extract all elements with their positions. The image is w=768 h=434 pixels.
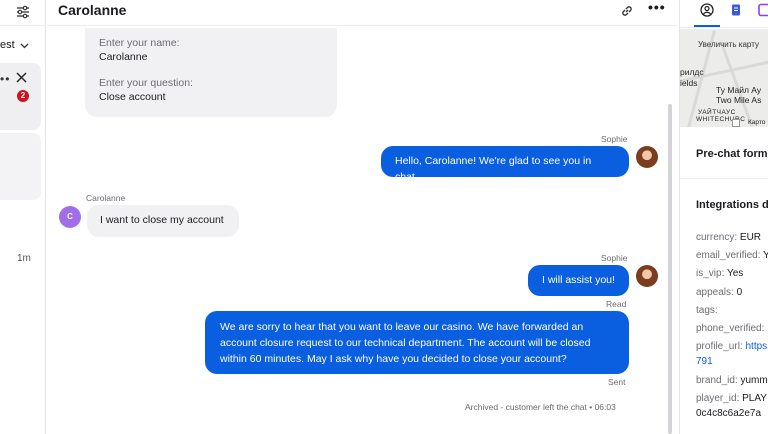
chat-panel: Carolanne ••• Enter your name: Carolanne… xyxy=(47,0,678,434)
archived-notice: Archived - customer left the chat • 06:0… xyxy=(465,402,616,412)
map-control[interactable] xyxy=(732,119,740,127)
map-label: Two Mile As xyxy=(716,95,762,105)
field-currency: currency: EUR xyxy=(696,232,762,243)
map-label: УАЙТЧАУС xyxy=(698,109,736,116)
scrollbar[interactable] xyxy=(668,104,672,434)
filter-icon[interactable] xyxy=(16,5,30,19)
field-profile-url[interactable]: profile_url: https xyxy=(696,341,767,352)
location-map[interactable]: Увеличить карту рилдс ields Ту Майл Ау T… xyxy=(680,29,768,127)
message-status: Read xyxy=(606,299,627,309)
message-text: I will assist you! xyxy=(542,274,615,286)
unread-badge: 2 xyxy=(17,90,29,102)
map-label: рилдс xyxy=(680,67,704,77)
message-status: Sent xyxy=(608,377,626,387)
enlarge-map-link[interactable]: Увеличить карту xyxy=(698,40,759,49)
prechat-section-title: Pre-chat form xyxy=(696,148,768,160)
chat-list-item[interactable] xyxy=(0,133,41,200)
sort-dropdown[interactable]: est xyxy=(0,38,46,54)
sort-label: est xyxy=(0,39,15,51)
chat-time: 1m xyxy=(17,253,31,264)
map-label: ields xyxy=(680,78,698,88)
message-text: I want to close my account xyxy=(100,214,224,226)
chat-list-panel: est •• 2 1m xyxy=(0,0,46,434)
avatar: C xyxy=(59,206,81,228)
chat-app: est •• 2 1m Carolanne ••• Enter your nam… xyxy=(0,0,768,434)
field-appeals: appeals: 0 xyxy=(696,287,743,298)
agent-message-bubble: I will assist you! xyxy=(528,265,629,296)
prechat-answer: Close account xyxy=(99,91,166,103)
details-tabs xyxy=(680,0,768,28)
active-tab-indicator xyxy=(694,25,720,27)
message-sender: Sophie xyxy=(601,134,628,144)
map-label: Ту Майл Ау xyxy=(716,85,762,95)
chat-list-topbar xyxy=(0,0,45,26)
prechat-question-label: Enter your name: xyxy=(99,37,180,49)
avatar xyxy=(636,265,658,287)
user-profile-icon[interactable] xyxy=(700,3,714,17)
field-is-vip: is_vip: Yes xyxy=(696,268,744,279)
integrations-section-title: Integrations d xyxy=(696,199,768,211)
message-sender: Sophie xyxy=(601,253,628,263)
message-sender: Carolanne xyxy=(86,193,126,203)
message-text-line: within 60 minutes. May I ask why have yo… xyxy=(220,353,567,365)
integration-icon[interactable] xyxy=(758,3,768,17)
message-text: Hello, Carolanne! We're glad to see you … xyxy=(395,155,592,183)
prechat-form-card: Enter your name: Carolanne Enter your qu… xyxy=(85,28,337,117)
message-text-line: account closure request to our technical… xyxy=(220,337,591,349)
link-icon[interactable] xyxy=(620,4,634,18)
chat-title: Carolanne xyxy=(58,2,127,18)
field-player-id-cont: 0c4c8c6a2e7a xyxy=(696,408,762,419)
chat-list-item-active[interactable]: •• 2 xyxy=(0,63,41,130)
prechat-answer: Carolanne xyxy=(99,51,148,63)
more-icon[interactable]: ••• xyxy=(648,0,665,17)
field-tags: tags: xyxy=(696,305,718,316)
field-brand-id: brand_id: yumm xyxy=(696,375,768,386)
chevron-down-icon xyxy=(20,43,29,49)
field-player-id: player_id: PLAY xyxy=(696,393,767,404)
customer-message-bubble: I want to close my account xyxy=(87,205,239,237)
field-profile-url-cont[interactable]: 791 xyxy=(696,356,713,367)
more-dots-icon[interactable]: •• xyxy=(0,72,10,86)
details-panel: Увеличить карту рилдс ields Ту Майл Ау T… xyxy=(679,0,768,434)
field-phone-verified: phone_verified: xyxy=(696,323,765,334)
map-label: Карто xyxy=(748,119,766,126)
notes-icon[interactable] xyxy=(729,3,743,17)
field-email-verified: email_verified: Y xyxy=(696,250,768,261)
prechat-question-label: Enter your question: xyxy=(99,77,193,89)
chat-header: Carolanne ••• xyxy=(47,0,678,26)
message-text-line: We are sorry to hear that you want to le… xyxy=(220,321,584,333)
agent-message-bubble: We are sorry to hear that you want to le… xyxy=(205,311,629,374)
divider xyxy=(680,178,768,179)
avatar xyxy=(636,146,658,168)
close-icon[interactable] xyxy=(16,72,27,83)
agent-message-bubble: Hello, Carolanne! We're glad to see you … xyxy=(381,146,629,183)
